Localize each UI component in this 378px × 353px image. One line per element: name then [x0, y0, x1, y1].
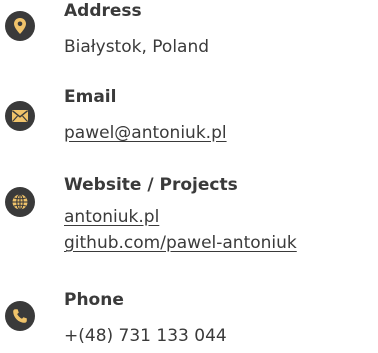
email-label: Email — [64, 87, 117, 107]
email-link[interactable]: pawel@antoniuk.pl — [64, 122, 227, 144]
globe-icon — [5, 187, 35, 217]
website-link[interactable]: antoniuk.pl — [64, 206, 159, 228]
address-value: Białystok, Poland — [64, 37, 210, 57]
website-label: Website / Projects — [64, 175, 238, 195]
phone-icon — [5, 301, 35, 331]
envelope-icon — [5, 101, 35, 131]
location-pin-icon — [5, 11, 35, 41]
phone-label: Phone — [64, 290, 124, 310]
address-label: Address — [64, 1, 142, 21]
phone-value: +(48) 731 133 044 — [64, 326, 227, 346]
github-link[interactable]: github.com/pawel-antoniuk — [64, 232, 297, 254]
